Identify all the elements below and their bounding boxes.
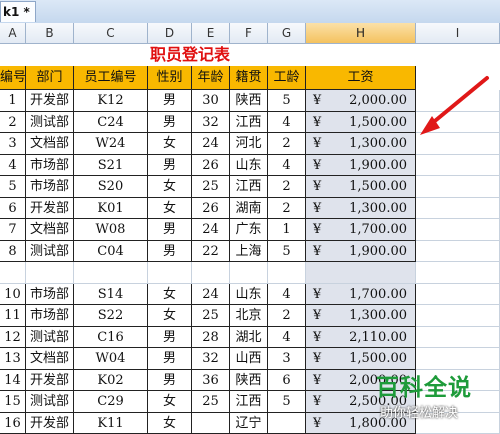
watermark-logo: 百科全说 助你轻松解决 <box>372 366 500 430</box>
watermark-main-text: 百科全说 <box>376 368 472 402</box>
watermark-sub-text: 助你轻松解决 <box>380 402 458 421</box>
